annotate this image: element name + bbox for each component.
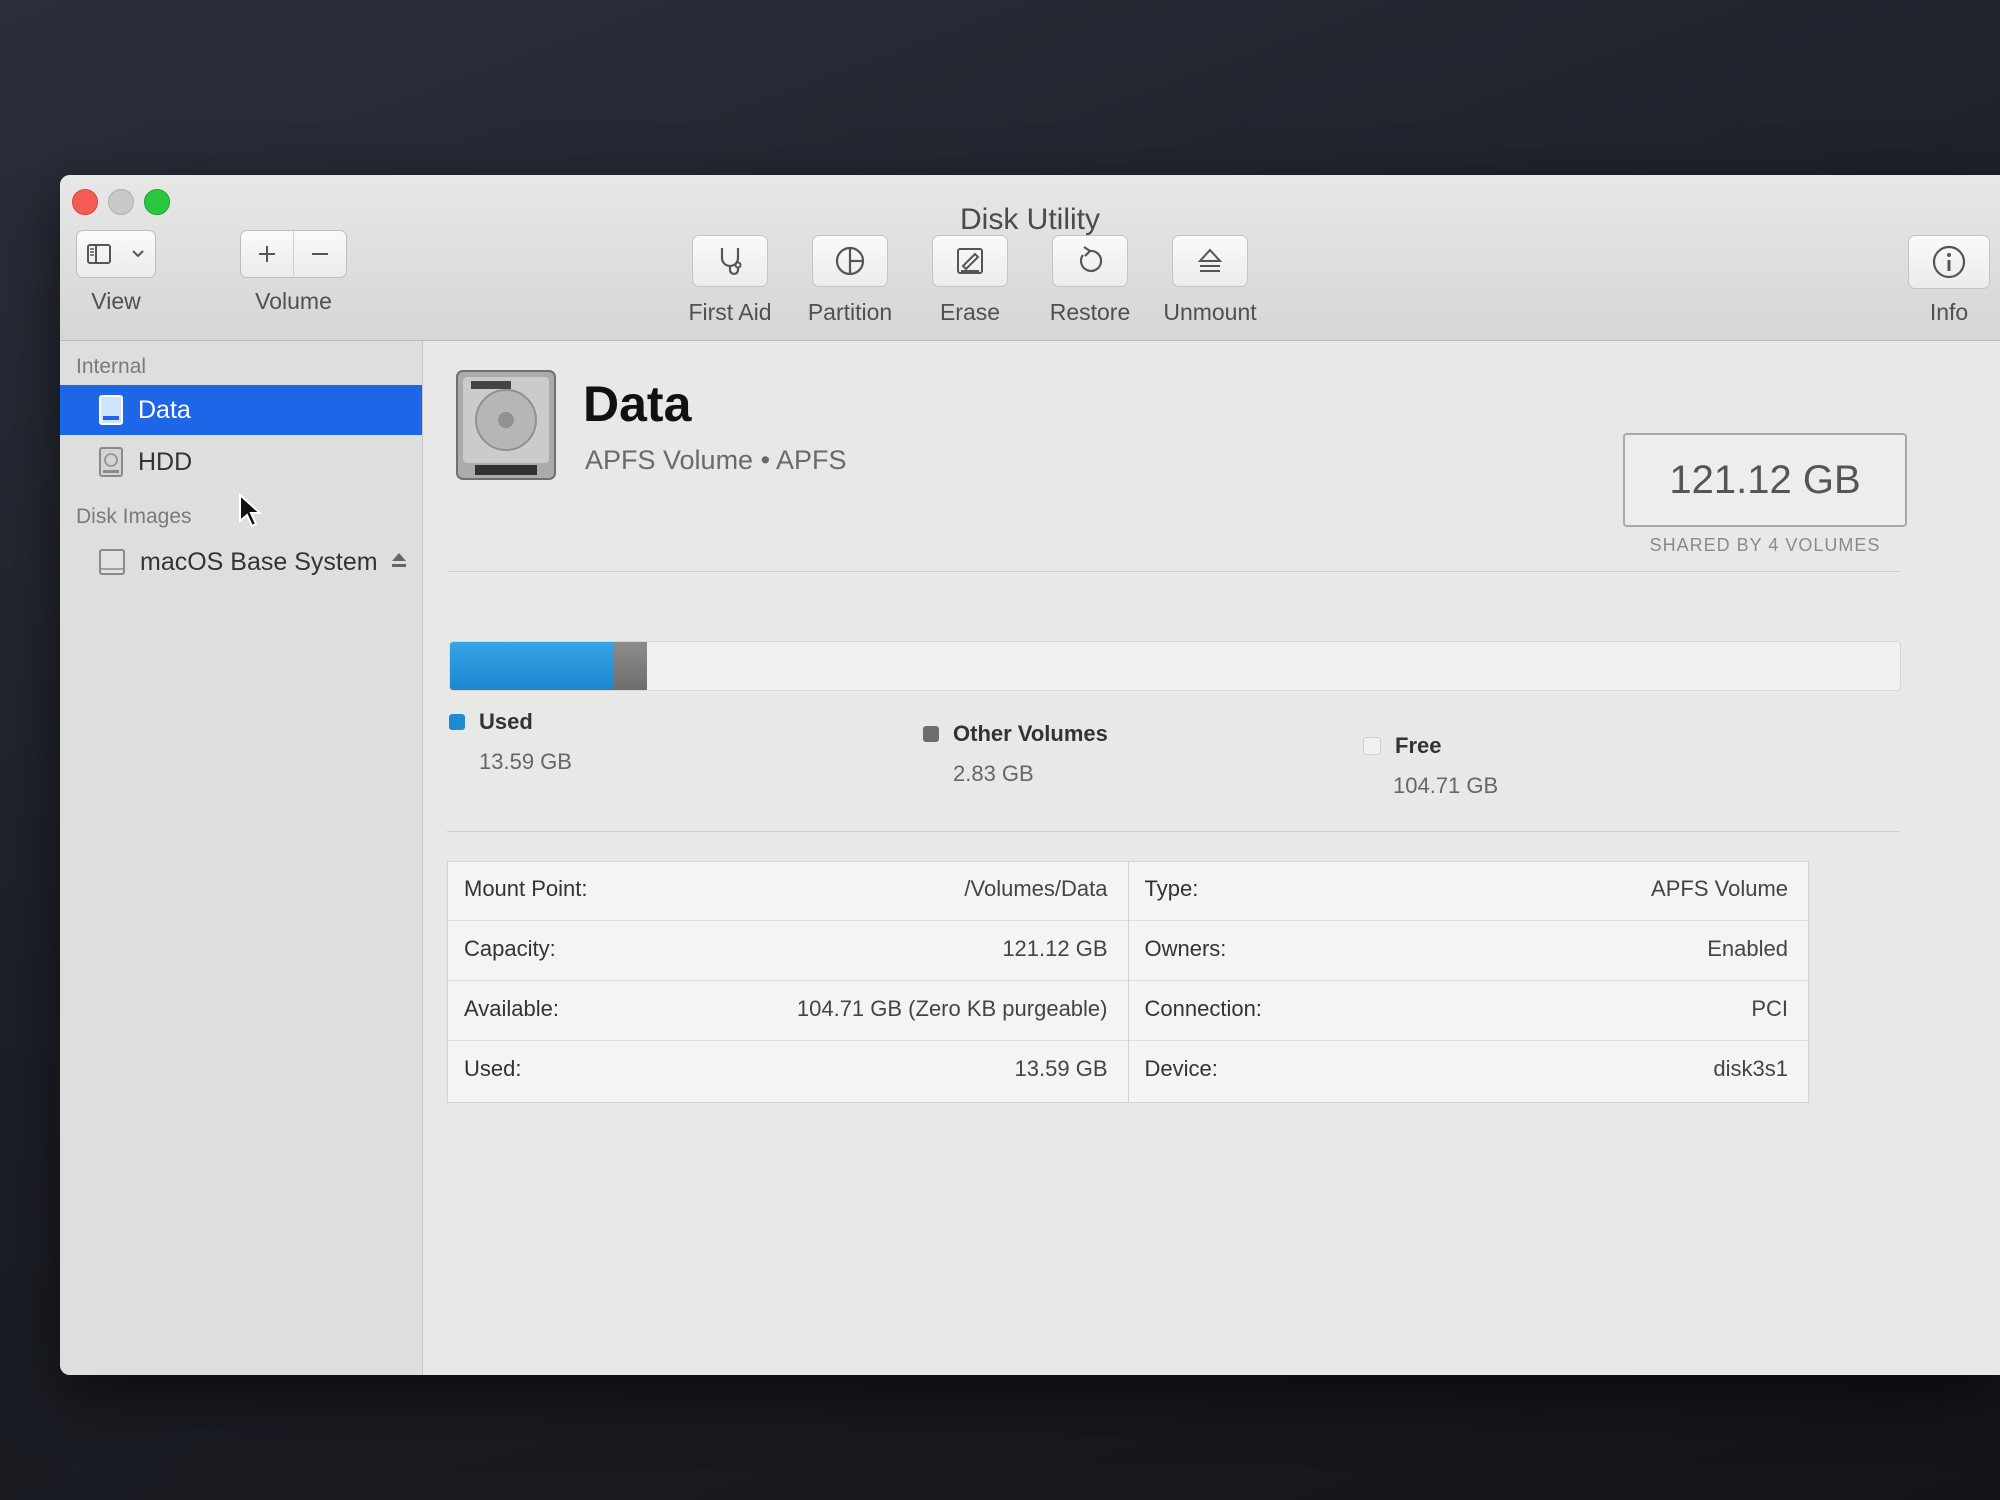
details-value: /Volumes/Data [964,876,1108,901]
eject-icon[interactable] [390,549,408,575]
info-label: Info [1929,299,1969,325]
chevron-down-icon [121,231,155,277]
add-volume-button[interactable] [241,231,294,277]
unmount-button[interactable]: Unmount [1160,235,1260,326]
sidebar-item-label: HDD [138,447,193,476]
details-row: Used: 13.59 GB [448,1042,1128,1100]
usage-bar-used [450,642,613,690]
legend-value: 104.71 GB [1393,773,1499,798]
details-value: 13.59 GB [1014,1056,1108,1081]
details-row: Type: APFS Volume [1128,862,1808,921]
disk-utility-window: Disk Utility View Volume First Aid Parti… [60,175,2000,1375]
erase-icon [932,235,1008,287]
legend-free: Free 104.71 GB [1363,733,1498,799]
details-label: Capacity: [464,936,556,961]
legend-label: Free [1395,733,1442,758]
sidebar-item-hdd[interactable]: HDD [60,437,422,487]
details-row: Owners: Enabled [1128,922,1808,981]
internal-drive-icon [98,446,124,478]
sidebar-toggle-icon [77,231,121,277]
details-label: Device: [1144,1056,1218,1081]
minus-icon [312,253,328,255]
capacity-caption: SHARED BY 4 VOLUMES [1649,535,1881,555]
details-value: APFS Volume [1651,876,1788,901]
legend-label: Other Volumes [953,721,1108,746]
other-volumes-swatch [923,726,939,742]
mouse-cursor-icon [239,493,262,528]
view-label: View [91,288,141,314]
usage-divider [447,831,1900,832]
details-value: disk3s1 [1713,1056,1788,1081]
toolbar-actions: First Aid Partition Erase Restore Unmoun… [680,235,1260,326]
details-label: Owners: [1144,936,1227,961]
sidebar-item-label: Data [138,395,191,424]
erase-label: Erase [939,299,1001,325]
erase-button[interactable]: Erase [920,235,1020,326]
sidebar-item-data[interactable]: Data [60,385,422,435]
legend-value: 2.83 GB [953,761,1034,786]
used-swatch [449,714,465,730]
details-label: Mount Point: [464,876,588,901]
legend-value: 13.59 GB [479,749,572,774]
volume-segmented [240,230,347,278]
view-button[interactable] [76,230,156,278]
details-value: PCI [1751,996,1788,1021]
first-aid-button[interactable]: First Aid [680,235,780,326]
sidebar-item-macos-base-system[interactable]: macOS Base System [60,537,422,587]
details-label: Used: [464,1056,522,1081]
details-label: Available: [464,996,559,1021]
partition-label: Partition [807,299,893,325]
usage-bar-other-volumes [612,642,647,690]
details-label: Type: [1144,876,1199,901]
details-value: 104.71 GB (Zero KB purgeable) [796,996,1108,1021]
usage-bar-free [647,642,1900,690]
volume-label: Volume [255,288,332,314]
restore-icon [1052,235,1128,287]
legend-other-volumes: Other Volumes 2.83 GB [923,721,1108,787]
view-control: View [76,230,156,315]
restore-button[interactable]: Restore [1040,235,1140,326]
unmount-label: Unmount [1163,299,1257,325]
details-row: Connection: PCI [1128,982,1808,1041]
internal-drive-icon [98,394,124,426]
header-divider [447,571,1900,572]
stethoscope-icon [692,235,768,287]
external-disk-icon [98,546,126,578]
volume-name: Data [583,376,692,432]
details-table: Mount Point: /Volumes/Data Capacity: 121.1… [447,861,1809,1103]
details-row: Mount Point: /Volumes/Data [448,862,1128,921]
remove-volume-button[interactable] [294,231,346,277]
plus-icon [259,246,275,262]
first-aid-label: First Aid [688,299,772,325]
restore-label: Restore [1049,299,1131,325]
section-header-internal: Internal [76,355,147,378]
main-content: Data APFS Volume • APFS 121.12 GB SHARED… [423,341,2000,1375]
window-title: Disk Utility [960,203,1100,236]
partition-button[interactable]: Partition [800,235,900,326]
details-row: Capacity: 121.12 GB [448,922,1128,981]
capacity-display: 121.12 GB [1623,433,1907,527]
details-label: Connection: [1144,996,1262,1021]
legend-label: Used [479,709,533,734]
legend-used: Used 13.59 GB [449,709,572,775]
free-swatch [1363,737,1381,755]
details-right-column: Type: APFS Volume Owners: Enabled Connecti… [1127,862,1809,1102]
volume-control: Volume [240,230,347,315]
details-left-column: Mount Point: /Volumes/Data Capacity: 121.1… [448,862,1128,1102]
hard-drive-icon [451,365,561,490]
partition-icon [812,235,888,287]
details-row: Available: 104.71 GB (Zero KB purgeable) [448,982,1128,1041]
details-row: Device: disk3s1 [1129,1042,1809,1100]
info-icon [1908,235,1990,289]
eject-icon [1172,235,1248,287]
info-button[interactable]: Info [1908,235,1990,326]
volume-subtitle: APFS Volume • APFS [585,445,847,475]
details-value: Enabled [1707,936,1788,961]
sidebar-item-label: macOS Base System [140,547,378,576]
details-value: 121.12 GB [1002,936,1108,961]
section-header-disk-images: Disk Images [76,505,192,528]
usage-bar [449,641,1901,691]
toolbar: Disk Utility View Volume First Aid Parti… [60,175,2000,341]
